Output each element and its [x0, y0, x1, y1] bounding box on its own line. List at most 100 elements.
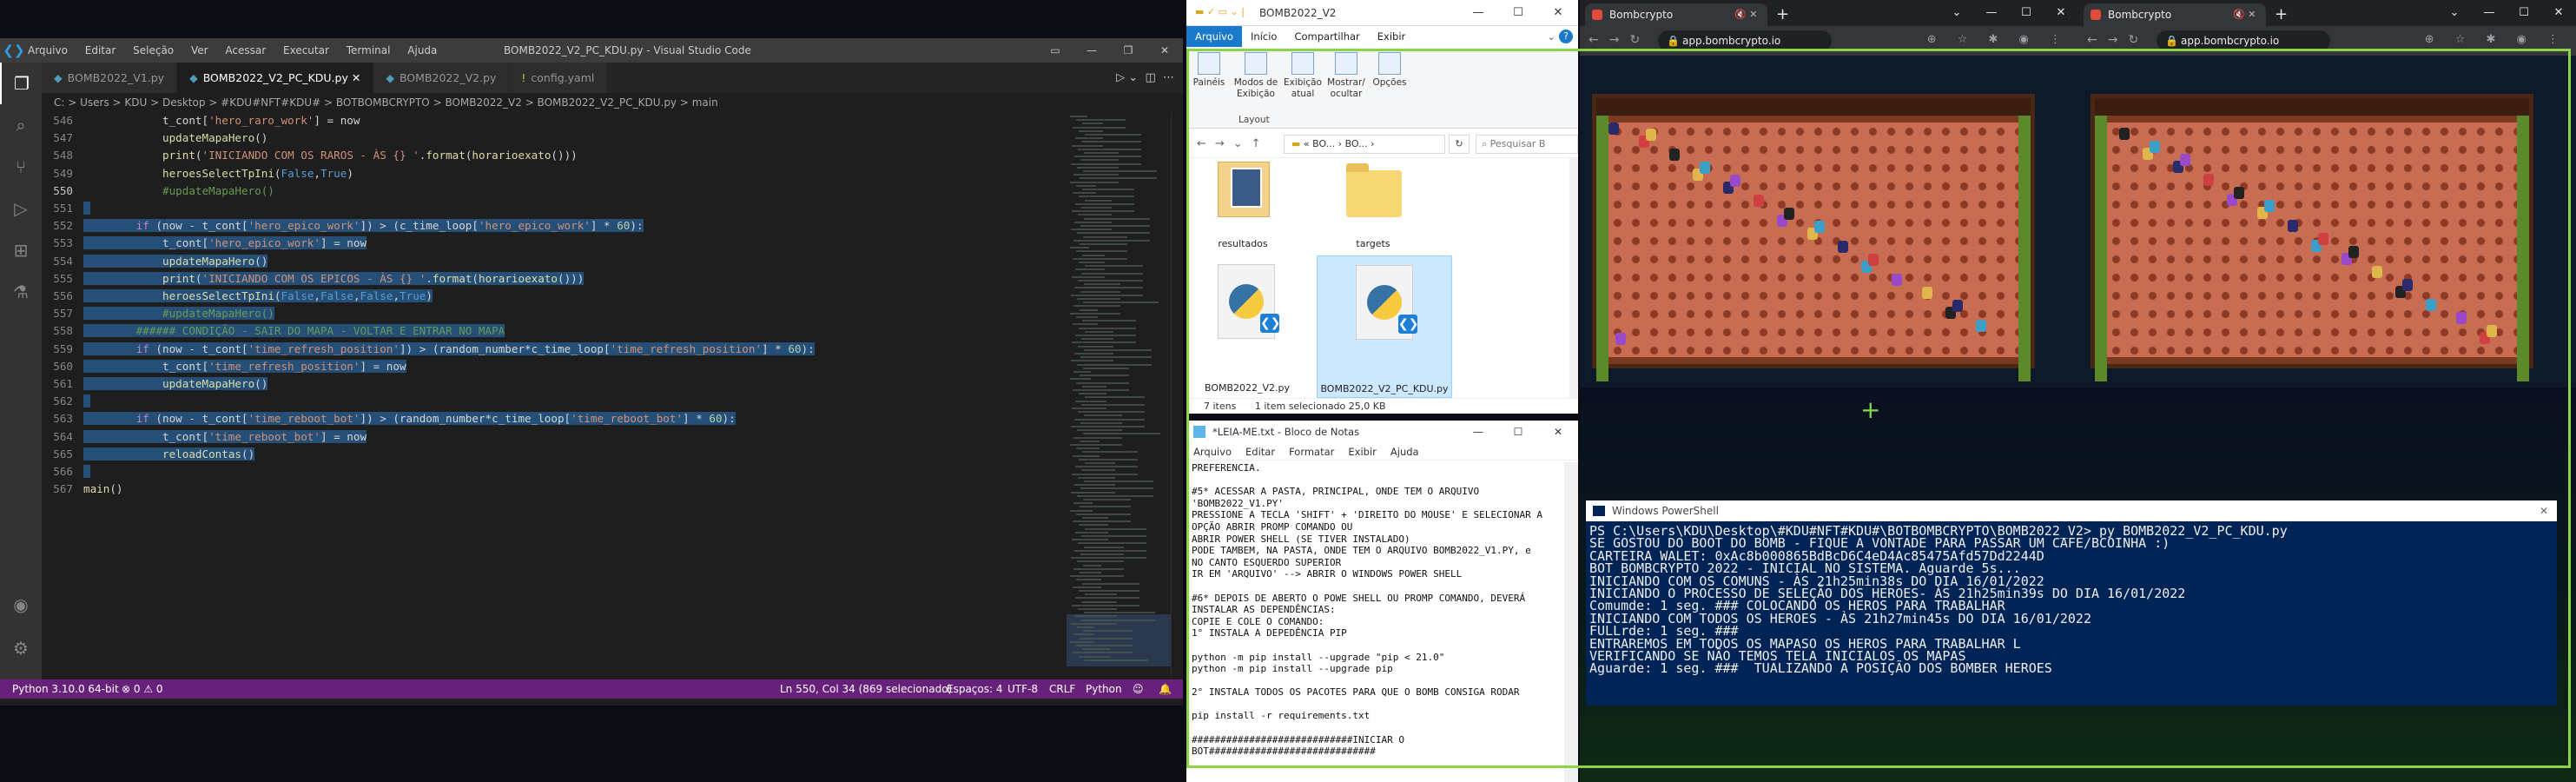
- editor-scrollbar[interactable]: [1171, 112, 1183, 679]
- code-line[interactable]: 551: [42, 200, 1067, 216]
- notepad-scrollbar[interactable]: [1564, 462, 1578, 782]
- close-button[interactable]: ✕: [2541, 0, 2576, 26]
- code-line[interactable]: 561 updateMapaHero(): [42, 375, 1067, 392]
- navigation-buttons-icon[interactable]: ←→↻: [1589, 33, 1650, 47]
- maximize-button[interactable]: ☐: [1498, 421, 1538, 443]
- game-viewport[interactable]: [2078, 56, 2576, 388]
- tab-compartilhar[interactable]: Compartilhar: [1285, 26, 1368, 47]
- menu-arquivo[interactable]: Arquivo: [28, 44, 68, 56]
- minimize-button[interactable]: —: [1073, 38, 1110, 63]
- tab-inicio[interactable]: Início: [1242, 26, 1285, 47]
- maximize-button[interactable]: ❐: [1110, 38, 1146, 63]
- navigation-arrows-icon[interactable]: ←→⌄↑: [1197, 137, 1270, 150]
- folder-resultados[interactable]: resultados: [1186, 158, 1299, 254]
- testing-icon[interactable]: ⚗: [0, 271, 42, 313]
- menu-editar[interactable]: Editar: [1238, 443, 1282, 460]
- maximize-button[interactable]: ☐: [2507, 0, 2541, 26]
- code-line[interactable]: 556 heroesSelectTpIni(False,False,False,…: [42, 288, 1067, 304]
- run-debug-icon[interactable]: ▷: [0, 188, 42, 229]
- navigation-buttons-icon[interactable]: ←→↻: [2087, 33, 2149, 47]
- mostrar-ocultar-button[interactable]: Mostrar/ ocultar: [1325, 52, 1367, 100]
- extension-icons[interactable]: ⊕ ☆ ✱ ◉ ⋮: [1927, 33, 2070, 46]
- maximize-button[interactable]: ☐: [1498, 0, 1538, 26]
- code-line[interactable]: 547 updateMapaHero(): [42, 129, 1067, 146]
- close-tab-icon[interactable]: ✕: [352, 71, 360, 84]
- code-editor[interactable]: 546 t_cont['hero_raro_work'] = now 547 up…: [42, 112, 1067, 679]
- address-bar[interactable]: 🔒 app.bombcrypto.io: [2157, 30, 2330, 51]
- settings-gear-icon[interactable]: ⚙: [0, 627, 42, 669]
- menu-arquivo[interactable]: Arquivo: [1186, 443, 1238, 460]
- problems-count[interactable]: ⊗ 0 ⚠ 0: [122, 679, 163, 699]
- game-map[interactable]: [1608, 123, 2018, 357]
- opcoes-button[interactable]: Opções: [1371, 52, 1409, 89]
- code-line[interactable]: 552 if (now - t_cont['hero_epico_work'])…: [42, 217, 1067, 234]
- menu-exibir[interactable]: Exibir: [1341, 443, 1384, 460]
- notepad-text-area[interactable]: PREFERENCIA. #5* ACESSAR A PASTA, PRINCI…: [1186, 462, 1564, 775]
- minimap[interactable]: [1067, 112, 1171, 679]
- menu-formatar[interactable]: Formatar: [1282, 443, 1341, 460]
- menu-executar[interactable]: Executar: [283, 44, 329, 56]
- code-line[interactable]: 557 #updateMapaHero(): [42, 305, 1067, 321]
- close-button[interactable]: ✕: [1538, 421, 1578, 443]
- game-map[interactable]: [2107, 123, 2517, 357]
- minimize-button[interactable]: —: [1458, 421, 1498, 443]
- split-editor-icon[interactable]: ◫: [1145, 71, 1155, 84]
- refresh-icon[interactable]: ↻: [1449, 135, 1470, 154]
- menu-ver[interactable]: Ver: [191, 44, 208, 56]
- code-line[interactable]: 554 updateMapaHero(): [42, 253, 1067, 269]
- modos-exibicao-button[interactable]: Modos de Exibição: [1232, 52, 1280, 100]
- mute-close-icon[interactable]: 🔇 ✕: [1734, 3, 1757, 26]
- minimize-button[interactable]: —: [2472, 0, 2507, 26]
- tab-config-yaml[interactable]: ! config.yaml: [509, 63, 608, 93]
- new-tab-button[interactable]: +: [2275, 3, 2288, 26]
- code-line[interactable]: 546 t_cont['hero_raro_work'] = now: [42, 112, 1067, 129]
- exibicao-atual-button[interactable]: Exibição atual: [1284, 52, 1322, 100]
- file-bomb2022-v2-pc-kdu[interactable]: ❮❯ BOMB2022_V2_PC_KDU.py: [1317, 255, 1452, 398]
- code-line[interactable]: 553 t_cont['hero_epico_work'] = now: [42, 235, 1067, 251]
- bombcrypto-game-canvas[interactable]: [2091, 94, 2533, 381]
- tab-arquivo[interactable]: Arquivo: [1186, 26, 1243, 47]
- tab-bomb2022-v1[interactable]: ◆ BOMB2022_V1.py: [42, 63, 178, 93]
- paineis-button[interactable]: Painéis: [1192, 52, 1226, 89]
- quick-access-folder-icon[interactable]: ▬ ✓ ▭ ⌄ |: [1195, 6, 1245, 17]
- code-line[interactable]: 555 print('INICIANDO COM OS EPICOS - ÀS …: [42, 270, 1067, 287]
- code-line[interactable]: 564 t_cont['time_reboot_bot'] = now: [42, 428, 1067, 445]
- run-icon[interactable]: ▷ ⌄: [1116, 71, 1138, 84]
- code-line[interactable]: 565 reloadContas(): [42, 446, 1067, 462]
- code-line[interactable]: 563 if (now - t_cont['time_reboot_bot'])…: [42, 410, 1067, 427]
- account-icon[interactable]: ◉: [0, 584, 42, 626]
- feedback-icon[interactable]: ☺: [1133, 679, 1144, 699]
- code-line[interactable]: 562: [42, 393, 1067, 409]
- menu-editar[interactable]: Editar: [85, 44, 116, 56]
- tab-bomb2022-v2[interactable]: ◆ BOMB2022_V2.py: [373, 63, 510, 93]
- code-line[interactable]: 560 t_cont['time_refresh_position'] = no…: [42, 358, 1067, 374]
- more-actions-icon[interactable]: ⋯: [1163, 71, 1174, 84]
- line-ending[interactable]: CRLF: [1049, 679, 1075, 699]
- minimize-button[interactable]: —: [1458, 0, 1498, 26]
- menu-selecao[interactable]: Seleção: [133, 44, 174, 56]
- file-list-scrollbar[interactable]: [1569, 158, 1578, 398]
- extensions-icon[interactable]: ⊞: [0, 229, 42, 271]
- code-line[interactable]: 559 if (now - t_cont['time_refresh_posit…: [42, 341, 1067, 357]
- expand-ribbon-icon[interactable]: ⌄: [1547, 30, 1556, 43]
- layout-icon[interactable]: ▭: [1037, 38, 1073, 63]
- help-icon[interactable]: ?: [1559, 30, 1573, 43]
- game-viewport[interactable]: [1580, 56, 2078, 388]
- breadcrumb[interactable]: C: > Users > KDU > Desktop > #KDU#NFT#KD…: [42, 93, 1183, 112]
- file-bomb2022-v2[interactable]: ❮❯ BOMB2022_V2.py: [1195, 255, 1299, 394]
- indentation[interactable]: Espaços: 4: [947, 679, 1003, 699]
- minimize-button[interactable]: —: [1974, 0, 2009, 26]
- python-interpreter[interactable]: Python 3.10.0 64-bit: [12, 679, 119, 699]
- notifications-bell-icon[interactable]: 🔔: [1159, 679, 1172, 699]
- code-line[interactable]: 550 #updateMapaHero(): [42, 182, 1067, 199]
- maximize-button[interactable]: ☐: [2009, 0, 2044, 26]
- code-line[interactable]: 549 heroesSelectTpIni(False,True): [42, 165, 1067, 182]
- browser-tab[interactable]: Bombcrypto 🔇 ✕: [1585, 3, 1767, 26]
- code-line[interactable]: 548 print('INICIANDO COM OS RAROS - ÀS {…: [42, 147, 1067, 163]
- tab-bomb2022-v2-pc-kdu[interactable]: ◆ BOMB2022_V2_PC_KDU.py ✕: [177, 63, 374, 93]
- extension-icons[interactable]: ⊕ ☆ ✱ ◉ ⋮: [2425, 33, 2567, 46]
- tab-search-icon[interactable]: ⌄: [1939, 0, 1974, 26]
- close-button[interactable]: ✕: [2044, 0, 2078, 26]
- new-tab-button[interactable]: +: [1776, 3, 1789, 26]
- menu-terminal[interactable]: Terminal: [347, 44, 391, 56]
